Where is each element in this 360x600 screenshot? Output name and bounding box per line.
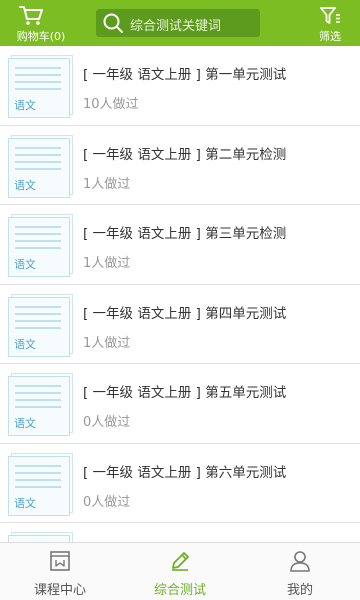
list-item[interactable]: [0, 523, 360, 542]
paper-line: [15, 88, 61, 90]
paper-line: [15, 167, 61, 170]
test-title: [ 一年级 语文上册 ] 第一单元测试: [83, 67, 287, 83]
test-title: [ 一年级 语文上册 ] 第五单元测试: [83, 385, 287, 401]
app-header: 购物车(0) 综合测试关键词 筛选: [0, 0, 360, 46]
paper-line: [15, 247, 61, 249]
bottom-tab-bar: 课程中心 综合测试 我的: [0, 542, 360, 600]
test-title: [ 一年级 语文上册 ] 第二单元检测: [83, 146, 287, 163]
subject-label: 语文: [14, 258, 36, 271]
tab-mine[interactable]: 我的: [240, 543, 360, 600]
test-title: [ 一年级 语文上册 ] 第六单元测试: [83, 464, 287, 481]
subject-label: 语文: [14, 99, 36, 112]
paper-line: [15, 399, 61, 401]
test-title: [ 一年级 语文上册 ] 第三单元检测: [83, 226, 287, 242]
subject-label: 语文: [14, 417, 36, 430]
subject-label: 语文: [14, 337, 36, 351]
pencil-icon: [172, 552, 189, 571]
user-icon: [290, 551, 310, 572]
paper-line: [15, 67, 61, 69]
paper-line: [15, 392, 61, 394]
paper-line: [15, 226, 61, 228]
test-thumbnail: 语文: [8, 134, 73, 198]
paper-line: [15, 305, 61, 308]
test-count: 10人做过: [83, 97, 139, 112]
list-item[interactable]: 语文 [ 一年级 语文上册 ] 第四单元测试 1人做过: [0, 284, 360, 364]
test-count: 0人做过: [83, 415, 131, 430]
list-item[interactable]: 语文 [ 一年级 语文上册 ] 第一单元测试 10人做过: [0, 46, 360, 126]
list-item[interactable]: 语文 [ 一年级 语文上册 ] 第三单元检测 1人做过: [0, 205, 360, 285]
filter-icon: [320, 7, 340, 24]
tab-comprehensive-test[interactable]: 综合测试: [120, 543, 240, 600]
paper-front: 语文: [8, 455, 70, 516]
paper-line: [15, 240, 61, 242]
test-title: [ 一年级 语文上册 ] 第四单元测试: [83, 305, 287, 322]
cart-label: 购物车(0): [16, 30, 66, 43]
search-icon: [103, 13, 123, 33]
paper-line: [15, 471, 61, 474]
paper-front: 语文: [8, 217, 70, 277]
list-item[interactable]: 语文 [ 一年级 语文上册 ] 第五单元测试 0人做过: [0, 364, 360, 444]
paper-line: [15, 485, 61, 488]
paper-line: [15, 146, 61, 149]
list-item[interactable]: 语文 [ 一年级 语文上册 ] 第二单元检测 1人做过: [0, 125, 360, 205]
paper-line: [15, 319, 61, 322]
list-item[interactable]: 语文 [ 一年级 语文上册 ] 第六单元测试 0人做过: [0, 443, 360, 523]
test-list: 语文 [ 一年级 语文上册 ] 第一单元测试 10人做过 语文 [ 一年级 语文…: [0, 46, 360, 542]
test-thumbnail: 语文: [8, 452, 73, 516]
paper-front: 语文: [8, 296, 70, 357]
subject-label: 语文: [14, 178, 36, 192]
search-input[interactable]: 综合测试关键词: [96, 9, 260, 37]
paper-front: 语文: [8, 376, 70, 436]
test-thumbnail: 语文: [8, 373, 73, 436]
tab-label: 综合测试: [153, 583, 206, 598]
course-icon: [50, 551, 70, 571]
test-count: 1人做过: [83, 256, 131, 271]
tab-label: 课程中心: [33, 583, 86, 598]
search-placeholder: 综合测试关键词: [130, 19, 222, 34]
test-count: 0人做过: [83, 494, 131, 510]
test-thumbnail: 语文: [8, 55, 73, 118]
paper-line: [15, 153, 61, 156]
tab-course-center[interactable]: 课程中心: [0, 543, 120, 600]
test-count: 1人做过: [83, 335, 131, 351]
paper-front: 语文: [8, 137, 70, 198]
shopping-cart-icon: [19, 6, 43, 25]
paper-line: [15, 464, 61, 467]
paper-line: [15, 478, 61, 481]
test-count: 1人做过: [83, 176, 131, 192]
paper-line: [15, 160, 61, 163]
paper-line: [15, 74, 61, 76]
subject-label: 语文: [14, 496, 36, 510]
test-thumbnail: 语文: [8, 293, 73, 357]
paper-front: [8, 535, 70, 542]
tab-label: 我的: [286, 583, 313, 598]
cart-button[interactable]: 购物车(0): [8, 4, 70, 44]
paper-front: 语文: [8, 58, 70, 118]
paper-line: [15, 312, 61, 315]
test-thumbnail: [8, 532, 73, 542]
paper-line: [15, 385, 61, 387]
filter-button[interactable]: 筛选: [310, 4, 350, 44]
paper-line: [15, 233, 61, 235]
test-thumbnail: 语文: [8, 214, 73, 277]
paper-line: [15, 406, 61, 408]
paper-line: [15, 326, 61, 329]
filter-label: 筛选: [319, 30, 341, 43]
paper-line: [15, 81, 61, 83]
